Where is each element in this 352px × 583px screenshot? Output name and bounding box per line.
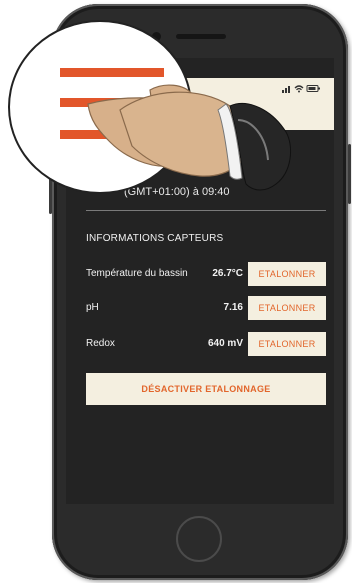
sensor-label: pH [86,302,99,313]
sensor-row-ph: pH 7.16 ETALONNER [86,296,326,320]
sensor-value: 7.16 [223,302,243,313]
section-title: INFORMATIONS CAPTEURS [86,233,224,244]
sensor-label: Température du bassin [86,268,188,279]
sensor-value: 26.7°C [212,268,243,279]
power-button [348,144,351,204]
calibrate-ph-button[interactable]: ETALONNER [248,296,326,320]
sensor-row-redox: Redox 640 mV ETALONNER [86,332,326,356]
calibrate-redox-button[interactable]: ETALONNER [248,332,326,356]
disable-calibration-button[interactable]: DÉSACTIVER ETALONNAGE [86,373,326,405]
sensor-label: Redox [86,338,115,349]
sensor-row-temperature: Température du bassin 26.7°C ETALONNER [86,262,326,286]
pointing-hand-icon [87,84,292,191]
battery-icon [306,85,320,93]
home-button[interactable] [176,516,222,562]
calibrate-temperature-button[interactable]: ETALONNER [248,262,326,286]
sensor-value: 640 mV [207,338,243,349]
speaker-grille [176,34,226,39]
